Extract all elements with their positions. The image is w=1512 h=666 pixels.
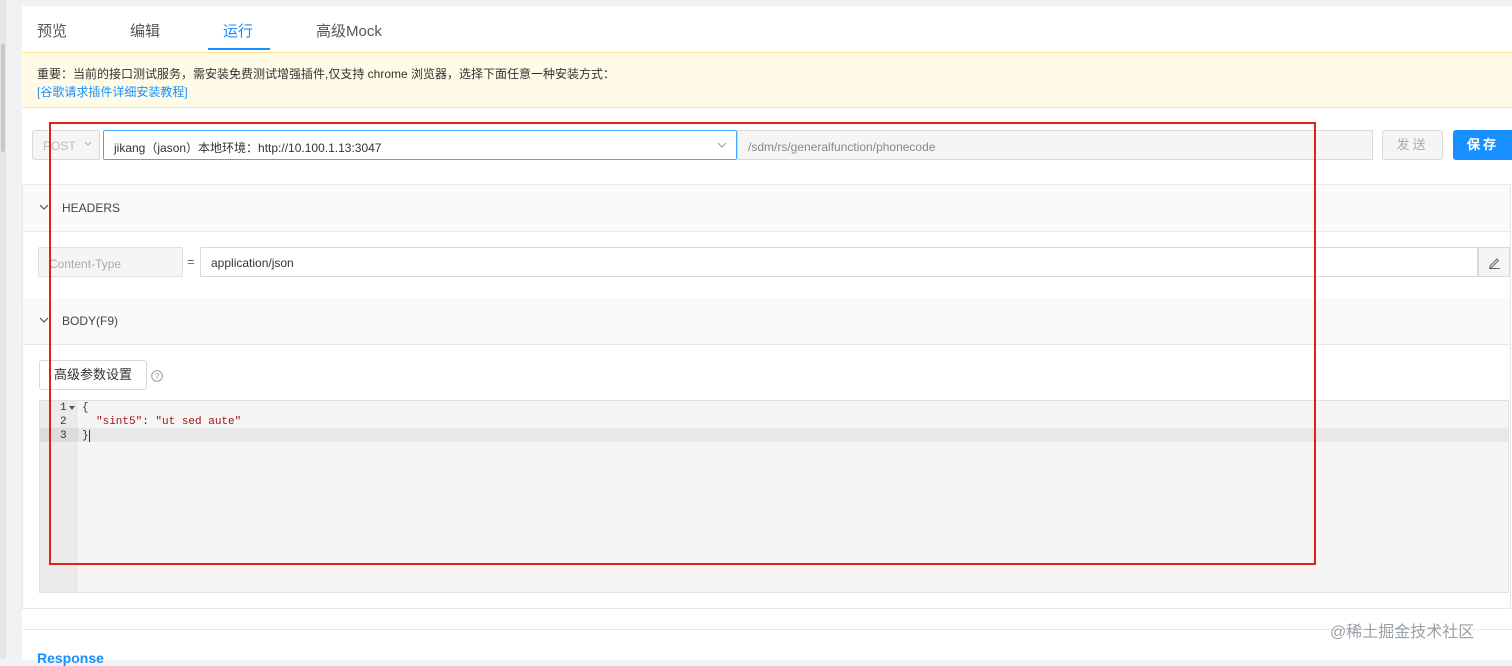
- header-value-text: application/json: [211, 256, 294, 270]
- plugin-install-link[interactable]: [谷歌请求插件详细安装教程]: [37, 83, 188, 100]
- header-key-value: Content-Type: [49, 257, 122, 271]
- response-title: Response: [37, 650, 104, 666]
- body-title: BODY(F9): [62, 314, 119, 328]
- send-button[interactable]: 发送: [1382, 130, 1443, 160]
- method-select[interactable]: POST: [32, 130, 100, 160]
- request-config-card: HEADERS Content-Type = application/json …: [22, 184, 1511, 609]
- tab-edit[interactable]: 编辑: [130, 20, 160, 41]
- tab-bar: 预览 编辑 运行 高级Mock: [22, 6, 1512, 51]
- pencil-icon: [1489, 258, 1500, 269]
- edit-header-button[interactable]: [1478, 247, 1510, 277]
- left-scrollbar[interactable]: [0, 0, 6, 659]
- json-body-editor[interactable]: 1 2 3 { "sint5": "ut sed aute" }: [39, 400, 1509, 593]
- tab-run[interactable]: 运行: [223, 20, 253, 41]
- active-gutter-highlight: [40, 428, 78, 442]
- headers-title: HEADERS: [62, 201, 121, 215]
- request-path-value: /sdm/rs/generalfunction/phonecode: [748, 140, 936, 154]
- chevron-down-icon: [717, 142, 727, 148]
- request-path-input[interactable]: /sdm/rs/generalfunction/phonecode: [737, 130, 1373, 160]
- json-separator: :: [142, 416, 156, 428]
- code-line: {: [82, 402, 89, 414]
- notice-text: 重要：当前的接口测试服务，需安装免费测试增强插件,仅支持 chrome 浏览器，…: [37, 67, 616, 81]
- json-key: "sint5": [96, 416, 143, 428]
- scrollbar-thumb[interactable]: [1, 44, 5, 152]
- advanced-params-button[interactable]: 高级参数设置: [39, 360, 147, 390]
- chevron-down-icon: [39, 317, 49, 323]
- watermark: @稀土掘金技术社区: [1330, 624, 1475, 641]
- equals-sign: =: [187, 254, 195, 269]
- text-cursor: [89, 430, 90, 442]
- fold-arrow-icon[interactable]: [69, 406, 75, 411]
- plugin-notice: 重要：当前的接口测试服务，需安装免费测试增强插件,仅支持 chrome 浏览器，…: [22, 52, 1512, 108]
- active-tab-indicator: [208, 48, 270, 50]
- json-value: "ut sed aute": [155, 416, 242, 428]
- svg-text:?: ?: [155, 372, 160, 381]
- environment-value: jikang（jason）本地环境：http://10.100.1.13:304…: [114, 141, 382, 155]
- header-value-input[interactable]: application/json: [200, 247, 1478, 277]
- line-number: 2: [60, 416, 67, 428]
- code-line: "sint5": "ut sed aute": [96, 416, 241, 428]
- line-number: 3: [60, 430, 67, 442]
- tab-preview[interactable]: 预览: [37, 20, 67, 41]
- response-section: Response: [22, 629, 1512, 666]
- chevron-down-icon: [39, 204, 49, 210]
- active-line-highlight: [40, 428, 1508, 442]
- line-number: 1: [60, 402, 67, 414]
- environment-select[interactable]: jikang（jason）本地环境：http://10.100.1.13:304…: [103, 130, 737, 160]
- body-section-header[interactable]: BODY(F9): [23, 298, 1510, 345]
- headers-section-header[interactable]: HEADERS: [23, 185, 1510, 232]
- api-run-panel: 预览 编辑 运行 高级Mock 重要：当前的接口测试服务，需安装免费测试增强插件…: [22, 6, 1512, 666]
- tab-advanced-mock[interactable]: 高级Mock: [316, 20, 382, 41]
- method-value: POST: [43, 139, 76, 153]
- chevron-down-icon: [84, 141, 92, 146]
- save-button[interactable]: 保存: [1453, 130, 1512, 160]
- help-icon[interactable]: ?: [151, 370, 163, 382]
- code-line: }: [82, 430, 89, 442]
- header-key-input[interactable]: Content-Type: [38, 247, 183, 277]
